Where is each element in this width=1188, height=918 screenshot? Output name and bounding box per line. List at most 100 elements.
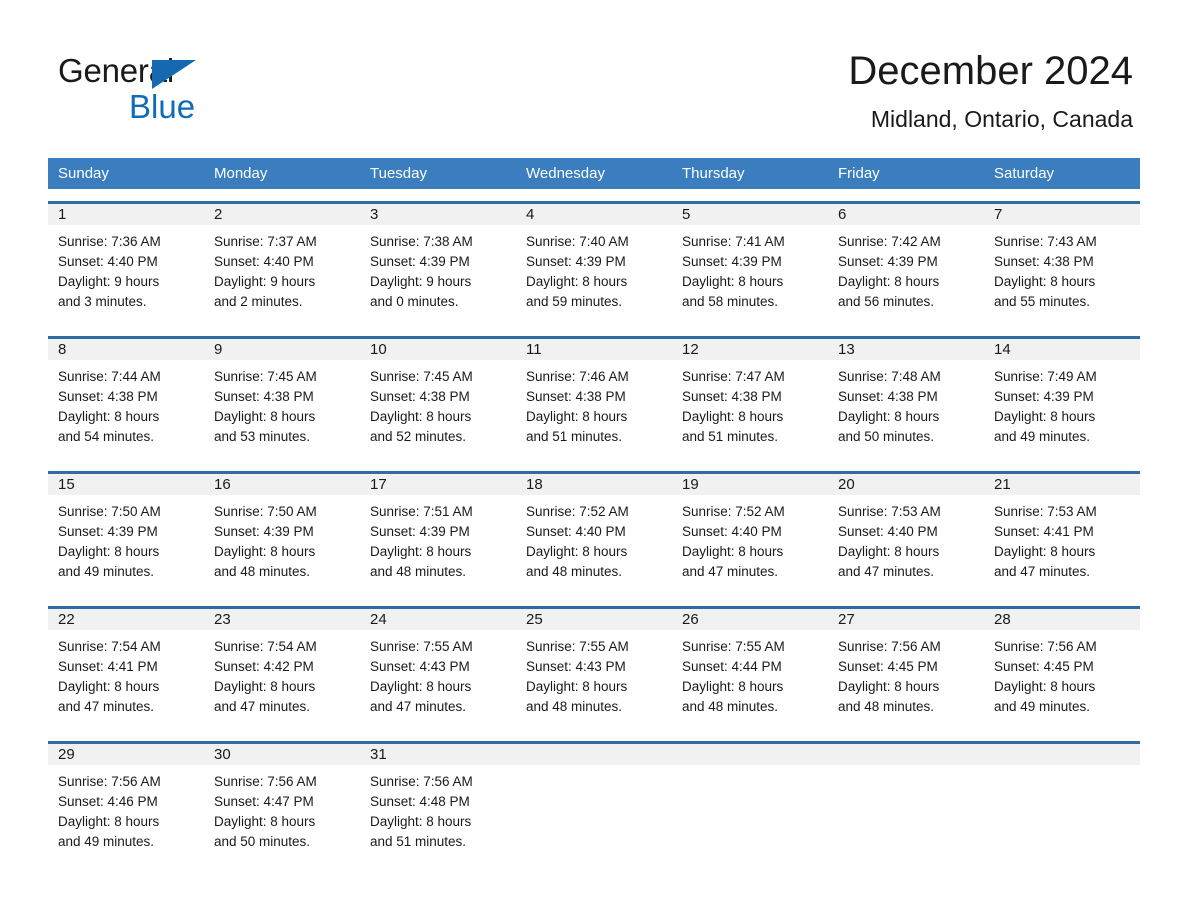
day-cell[interactable]: Sunrise: 7:56 AM Sunset: 4:47 PM Dayligh… bbox=[204, 765, 360, 864]
daylight-text-line2: and 49 minutes. bbox=[994, 429, 1091, 444]
week-daynumber-band: 1 2 3 4 5 6 7 bbox=[48, 204, 1140, 225]
week-detail-row: Sunrise: 7:36 AM Sunset: 4:40 PM Dayligh… bbox=[48, 225, 1140, 324]
day-cell[interactable]: Sunrise: 7:49 AM Sunset: 4:39 PM Dayligh… bbox=[984, 360, 1140, 459]
day-cell-empty bbox=[984, 765, 1140, 864]
daylight-text-line2: and 48 minutes. bbox=[370, 564, 467, 579]
week-detail-row: Sunrise: 7:54 AM Sunset: 4:41 PM Dayligh… bbox=[48, 630, 1140, 729]
day-of-week-header-row: Sunday Monday Tuesday Wednesday Thursday… bbox=[48, 158, 1140, 189]
day-number[interactable]: 21 bbox=[984, 474, 1140, 495]
day-cell[interactable]: Sunrise: 7:38 AM Sunset: 4:39 PM Dayligh… bbox=[360, 225, 516, 324]
day-number[interactable]: 28 bbox=[984, 609, 1140, 630]
sunset-text: Sunset: 4:39 PM bbox=[214, 524, 314, 539]
sunset-text: Sunset: 4:39 PM bbox=[838, 254, 938, 269]
day-number[interactable]: 26 bbox=[672, 609, 828, 630]
daylight-text-line1: Daylight: 9 hours bbox=[58, 274, 160, 289]
day-cell[interactable]: Sunrise: 7:36 AM Sunset: 4:40 PM Dayligh… bbox=[48, 225, 204, 324]
day-number[interactable]: 17 bbox=[360, 474, 516, 495]
sunset-text: Sunset: 4:40 PM bbox=[214, 254, 314, 269]
day-cell[interactable]: Sunrise: 7:50 AM Sunset: 4:39 PM Dayligh… bbox=[204, 495, 360, 594]
day-cell[interactable]: Sunrise: 7:56 AM Sunset: 4:45 PM Dayligh… bbox=[984, 630, 1140, 729]
day-cell[interactable]: Sunrise: 7:56 AM Sunset: 4:48 PM Dayligh… bbox=[360, 765, 516, 864]
day-number[interactable]: 2 bbox=[204, 204, 360, 225]
day-number[interactable]: 13 bbox=[828, 339, 984, 360]
day-number[interactable]: 20 bbox=[828, 474, 984, 495]
day-cell[interactable]: Sunrise: 7:45 AM Sunset: 4:38 PM Dayligh… bbox=[360, 360, 516, 459]
day-cell[interactable]: Sunrise: 7:55 AM Sunset: 4:43 PM Dayligh… bbox=[360, 630, 516, 729]
day-cell[interactable]: Sunrise: 7:53 AM Sunset: 4:41 PM Dayligh… bbox=[984, 495, 1140, 594]
day-cell[interactable]: Sunrise: 7:44 AM Sunset: 4:38 PM Dayligh… bbox=[48, 360, 204, 459]
day-number[interactable]: 11 bbox=[516, 339, 672, 360]
daylight-text-line2: and 0 minutes. bbox=[370, 294, 459, 309]
day-cell[interactable]: Sunrise: 7:40 AM Sunset: 4:39 PM Dayligh… bbox=[516, 225, 672, 324]
sunrise-text: Sunrise: 7:48 AM bbox=[838, 369, 941, 384]
sunset-text: Sunset: 4:38 PM bbox=[682, 389, 782, 404]
day-number[interactable]: 4 bbox=[516, 204, 672, 225]
day-number[interactable]: 22 bbox=[48, 609, 204, 630]
day-cell[interactable]: Sunrise: 7:45 AM Sunset: 4:38 PM Dayligh… bbox=[204, 360, 360, 459]
day-number[interactable]: 10 bbox=[360, 339, 516, 360]
day-number[interactable]: 8 bbox=[48, 339, 204, 360]
day-cell[interactable]: Sunrise: 7:42 AM Sunset: 4:39 PM Dayligh… bbox=[828, 225, 984, 324]
day-cell[interactable]: Sunrise: 7:52 AM Sunset: 4:40 PM Dayligh… bbox=[516, 495, 672, 594]
day-cell[interactable]: Sunrise: 7:54 AM Sunset: 4:42 PM Dayligh… bbox=[204, 630, 360, 729]
day-cell[interactable]: Sunrise: 7:48 AM Sunset: 4:38 PM Dayligh… bbox=[828, 360, 984, 459]
title-block: December 2024 Midland, Ontario, Canada bbox=[848, 46, 1133, 133]
day-number[interactable]: 30 bbox=[204, 744, 360, 765]
day-cell[interactable]: Sunrise: 7:47 AM Sunset: 4:38 PM Dayligh… bbox=[672, 360, 828, 459]
day-number[interactable]: 16 bbox=[204, 474, 360, 495]
day-cell[interactable]: Sunrise: 7:41 AM Sunset: 4:39 PM Dayligh… bbox=[672, 225, 828, 324]
day-cell[interactable]: Sunrise: 7:50 AM Sunset: 4:39 PM Dayligh… bbox=[48, 495, 204, 594]
day-cell[interactable]: Sunrise: 7:54 AM Sunset: 4:41 PM Dayligh… bbox=[48, 630, 204, 729]
day-number[interactable]: 7 bbox=[984, 204, 1140, 225]
day-number[interactable]: 1 bbox=[48, 204, 204, 225]
day-cell[interactable]: Sunrise: 7:51 AM Sunset: 4:39 PM Dayligh… bbox=[360, 495, 516, 594]
day-cell[interactable]: Sunrise: 7:46 AM Sunset: 4:38 PM Dayligh… bbox=[516, 360, 672, 459]
daylight-text-line2: and 54 minutes. bbox=[58, 429, 155, 444]
day-number[interactable]: 5 bbox=[672, 204, 828, 225]
daylight-text-line2: and 48 minutes. bbox=[682, 699, 779, 714]
daylight-text-line2: and 47 minutes. bbox=[58, 699, 155, 714]
day-cell[interactable]: Sunrise: 7:52 AM Sunset: 4:40 PM Dayligh… bbox=[672, 495, 828, 594]
day-cell[interactable]: Sunrise: 7:43 AM Sunset: 4:38 PM Dayligh… bbox=[984, 225, 1140, 324]
daylight-text-line1: Daylight: 8 hours bbox=[526, 409, 628, 424]
day-number[interactable]: 15 bbox=[48, 474, 204, 495]
sunrise-text: Sunrise: 7:49 AM bbox=[994, 369, 1097, 384]
day-cell-empty bbox=[984, 744, 1140, 765]
day-number[interactable]: 14 bbox=[984, 339, 1140, 360]
sunrise-text: Sunrise: 7:53 AM bbox=[994, 504, 1097, 519]
daylight-text-line2: and 48 minutes. bbox=[838, 699, 935, 714]
daylight-text-line2: and 53 minutes. bbox=[214, 429, 311, 444]
generalblue-logo[interactable]: General Blue bbox=[58, 52, 318, 132]
day-cell[interactable]: Sunrise: 7:37 AM Sunset: 4:40 PM Dayligh… bbox=[204, 225, 360, 324]
day-number[interactable]: 19 bbox=[672, 474, 828, 495]
day-number[interactable]: 24 bbox=[360, 609, 516, 630]
sunset-text: Sunset: 4:42 PM bbox=[214, 659, 314, 674]
day-number[interactable]: 31 bbox=[360, 744, 516, 765]
daylight-text-line2: and 50 minutes. bbox=[838, 429, 935, 444]
sunrise-text: Sunrise: 7:56 AM bbox=[838, 639, 941, 654]
daylight-text-line1: Daylight: 8 hours bbox=[838, 274, 940, 289]
daylight-text-line1: Daylight: 8 hours bbox=[526, 274, 628, 289]
day-number[interactable]: 18 bbox=[516, 474, 672, 495]
day-number[interactable]: 12 bbox=[672, 339, 828, 360]
daylight-text-line1: Daylight: 8 hours bbox=[682, 274, 784, 289]
sunrise-text: Sunrise: 7:56 AM bbox=[370, 774, 473, 789]
day-cell[interactable]: Sunrise: 7:55 AM Sunset: 4:43 PM Dayligh… bbox=[516, 630, 672, 729]
day-number[interactable]: 6 bbox=[828, 204, 984, 225]
day-number[interactable]: 25 bbox=[516, 609, 672, 630]
day-cell[interactable]: Sunrise: 7:53 AM Sunset: 4:40 PM Dayligh… bbox=[828, 495, 984, 594]
sunrise-text: Sunrise: 7:40 AM bbox=[526, 234, 629, 249]
day-cell[interactable]: Sunrise: 7:56 AM Sunset: 4:45 PM Dayligh… bbox=[828, 630, 984, 729]
day-cell-empty bbox=[516, 744, 672, 765]
day-cell[interactable]: Sunrise: 7:56 AM Sunset: 4:46 PM Dayligh… bbox=[48, 765, 204, 864]
day-cell[interactable]: Sunrise: 7:55 AM Sunset: 4:44 PM Dayligh… bbox=[672, 630, 828, 729]
day-number[interactable]: 29 bbox=[48, 744, 204, 765]
day-number[interactable]: 27 bbox=[828, 609, 984, 630]
day-cell-empty bbox=[828, 744, 984, 765]
daylight-text-line1: Daylight: 8 hours bbox=[370, 409, 472, 424]
sunrise-text: Sunrise: 7:55 AM bbox=[526, 639, 629, 654]
sunrise-text: Sunrise: 7:53 AM bbox=[838, 504, 941, 519]
day-number[interactable]: 23 bbox=[204, 609, 360, 630]
day-number[interactable]: 9 bbox=[204, 339, 360, 360]
day-number[interactable]: 3 bbox=[360, 204, 516, 225]
